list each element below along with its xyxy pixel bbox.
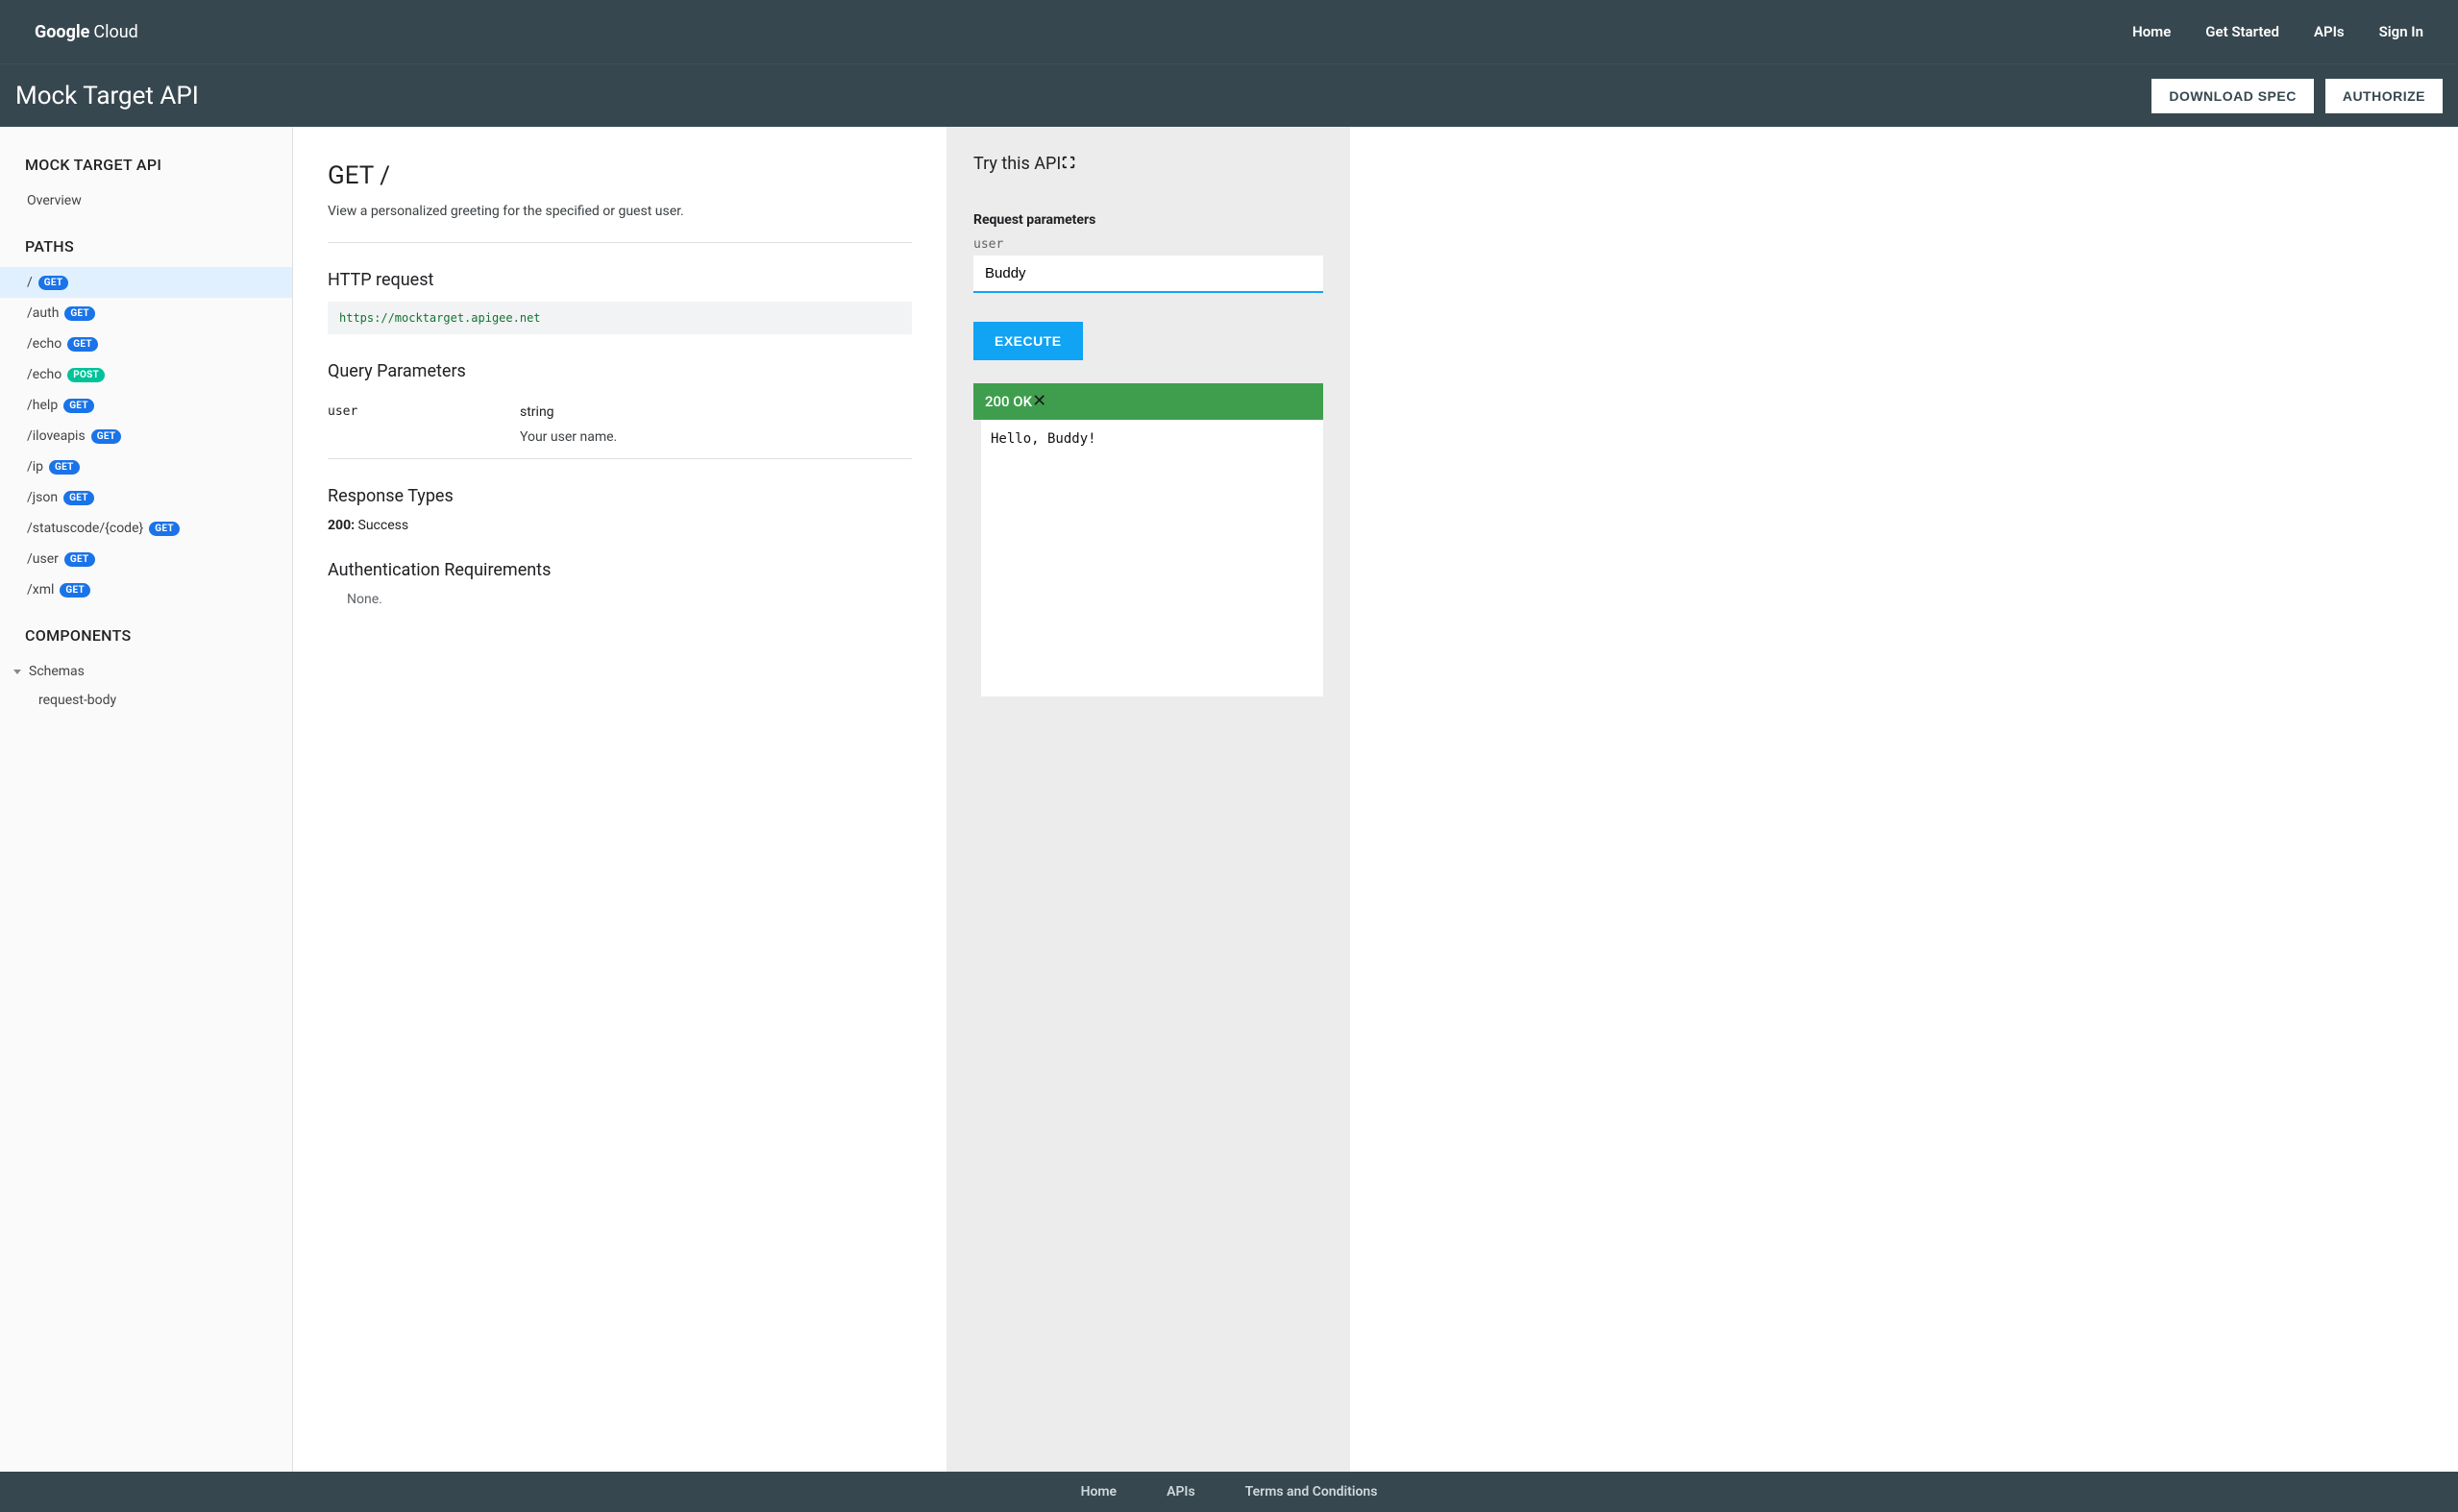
param-user-input[interactable] [973, 256, 1323, 293]
response-status-text: 200 OK [985, 393, 1032, 410]
nav-link-get-started[interactable]: Get Started [2205, 23, 2279, 40]
sidebar-components-heading: COMPONENTS [0, 621, 292, 656]
sidebar-path-item[interactable]: /json GET [0, 482, 292, 513]
http-request-heading: HTTP request [328, 270, 912, 290]
sidebar-path-item[interactable]: /echo GET [0, 329, 292, 359]
method-badge: GET [64, 552, 95, 567]
sidebar-path-label: /json [27, 490, 58, 505]
sidebar-path-item[interactable]: /xml GET [0, 574, 292, 605]
request-params-label: Request parameters [973, 212, 1323, 228]
method-badge: GET [49, 460, 80, 475]
method-badge: GET [64, 306, 95, 321]
sidebar-schema-request-body[interactable]: request-body [0, 687, 292, 714]
sidebar-path-label: /xml [27, 582, 54, 597]
param-user-label: user [973, 237, 1323, 252]
top-navbar: Google Cloud Home Get Started APIs Sign … [0, 0, 2458, 63]
sidebar-schemas-toggle[interactable]: Schemas [0, 656, 292, 687]
sidebar-path-label: /user [27, 551, 59, 567]
sidebar-path-item[interactable]: /user GET [0, 544, 292, 574]
sidebar-path-label: /statuscode/{code} [27, 521, 143, 536]
sidebar-path-item[interactable]: /echo POST [0, 359, 292, 390]
method-badge: GET [67, 337, 98, 352]
sidebar-api-heading: MOCK TARGET API [0, 150, 292, 185]
sidebar-path-label: /iloveapis [27, 428, 86, 444]
footer-link-terms[interactable]: Terms and Conditions [1245, 1484, 1378, 1500]
caret-down-icon [13, 670, 21, 674]
response-type-row: 200: Success [328, 518, 912, 533]
sidebar-path-item[interactable]: /ip GET [0, 451, 292, 482]
response-text: Success [358, 518, 409, 533]
method-badge: GET [149, 522, 180, 536]
footer: Home APIs Terms and Conditions [0, 1472, 2458, 1512]
sidebar-schemas-label: Schemas [29, 664, 85, 679]
sidebar-path-item[interactable]: /statuscode/{code} GET [0, 513, 292, 544]
endpoint-description: View a personalized greeting for the spe… [328, 204, 912, 243]
logo-bold: Google [35, 22, 89, 42]
method-badge: GET [38, 276, 69, 290]
sidebar-path-label: /auth [27, 305, 59, 321]
http-request-url: https://mocktarget.apigee.net [328, 302, 912, 334]
sidebar-path-label: /ip [27, 459, 43, 475]
close-icon[interactable]: ✕ [1032, 393, 1046, 410]
method-badge: POST [67, 368, 105, 382]
auth-none: None. [328, 592, 912, 607]
download-spec-button[interactable]: DOWNLOAD SPEC [2151, 79, 2314, 113]
response-status-bar: 200 OK ✕ [973, 383, 1323, 420]
response-code: 200: [328, 518, 355, 533]
main-content: GET / View a personalized greeting for t… [293, 127, 946, 1472]
page-title: Mock Target API [15, 82, 199, 110]
sidebar-path-item[interactable]: /help GET [0, 390, 292, 421]
sidebar: MOCK TARGET API Overview PATHS / GET/auth… [0, 127, 293, 1472]
response-types-heading: Response Types [328, 486, 912, 506]
authorize-button[interactable]: AUTHORIZE [2325, 79, 2443, 113]
query-param-desc: Your user name. [520, 429, 912, 445]
auth-req-heading: Authentication Requirements [328, 560, 912, 580]
page-subheader: Mock Target API DOWNLOAD SPEC AUTHORIZE [0, 63, 2458, 127]
expand-icon[interactable] [1061, 155, 1076, 174]
query-param-name: user [328, 404, 520, 445]
sidebar-path-label: /help [27, 398, 58, 413]
query-param-type: string [520, 404, 912, 420]
endpoint-title: GET / [328, 161, 912, 190]
footer-link-apis[interactable]: APIs [1167, 1484, 1195, 1500]
method-badge: GET [60, 583, 90, 597]
sidebar-path-item[interactable]: /auth GET [0, 298, 292, 329]
nav-link-sign-in[interactable]: Sign In [2379, 23, 2423, 40]
sidebar-path-label: / [27, 275, 33, 290]
method-badge: GET [91, 429, 122, 444]
method-badge: GET [63, 491, 94, 505]
footer-link-home[interactable]: Home [1081, 1484, 1118, 1500]
response-body: Hello, Buddy! [973, 420, 1323, 696]
query-param-row: user string Your user name. [328, 393, 912, 459]
sidebar-path-item[interactable]: / GET [0, 267, 292, 298]
sidebar-path-item[interactable]: /iloveapis GET [0, 421, 292, 451]
nav-link-home[interactable]: Home [2132, 23, 2171, 40]
sidebar-item-overview[interactable]: Overview [0, 185, 292, 216]
execute-button[interactable]: EXECUTE [973, 322, 1083, 360]
try-api-panel: Try this API Request parameters user EXE… [946, 127, 1350, 1472]
method-badge: GET [63, 399, 94, 413]
nav-link-apis[interactable]: APIs [2314, 23, 2345, 40]
query-params-heading: Query Parameters [328, 361, 912, 381]
try-api-title: Try this API [973, 154, 1061, 174]
sidebar-overview-label: Overview [27, 193, 82, 208]
sidebar-path-label: /echo [27, 367, 61, 382]
sidebar-paths-heading: PATHS [0, 232, 292, 267]
logo-rest: Cloud [93, 22, 137, 42]
google-cloud-logo[interactable]: Google Cloud [35, 22, 138, 42]
sidebar-path-label: /echo [27, 336, 61, 352]
